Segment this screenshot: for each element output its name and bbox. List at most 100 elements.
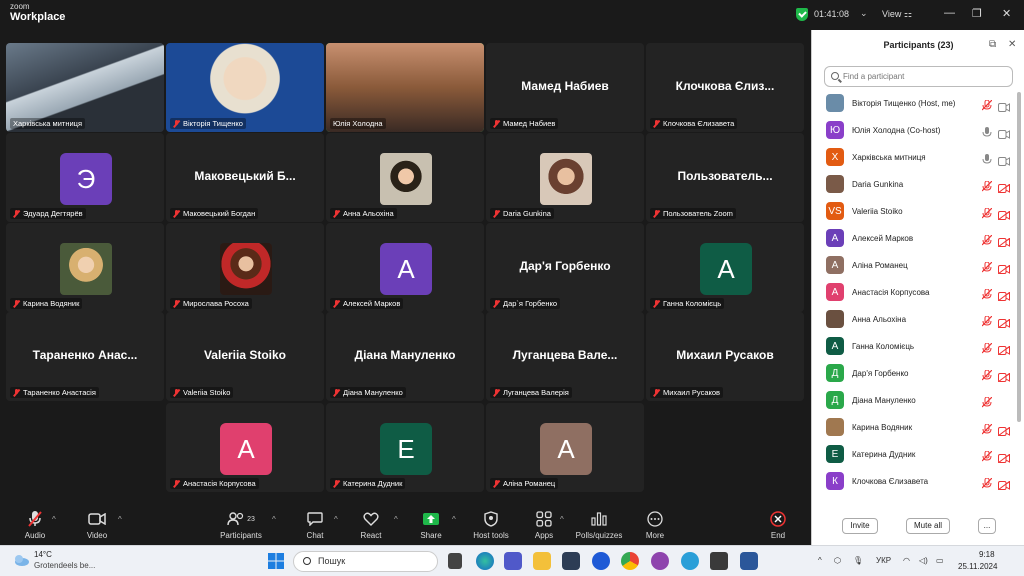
mic-off-icon[interactable]	[981, 476, 993, 489]
minimize-icon[interactable]: —	[944, 7, 955, 19]
participant-list-scrollbar[interactable]	[1017, 92, 1021, 422]
camera-off-icon[interactable]	[997, 369, 1011, 383]
end-button[interactable]: End	[753, 509, 803, 540]
camera-on-icon[interactable]	[998, 99, 1010, 112]
video-tile[interactable]: Э Эдуард Дегтярёв	[6, 133, 164, 222]
participant-list[interactable]: Вікторія Тищенко (Host, me) Ю Юлія Холодна…	[812, 90, 1017, 507]
video-tile[interactable]: Клочкова Єлиз... Клочкова Єлизавета	[646, 43, 804, 132]
video-tile[interactable]: Вікторія Тищенко	[166, 43, 324, 132]
camera-off-icon[interactable]	[997, 423, 1011, 437]
video-options-chevron-icon[interactable]: ^	[118, 515, 122, 524]
audio-button[interactable]: Audio	[10, 509, 60, 540]
invite-button[interactable]: Invite	[842, 518, 878, 534]
chrome-icon[interactable]	[621, 552, 639, 570]
mute-all-button[interactable]: Mute all	[906, 518, 950, 534]
camera-off-icon[interactable]	[997, 342, 1011, 356]
mic-off-icon[interactable]	[981, 422, 993, 435]
video-tile[interactable]: Daria Gunkina	[486, 133, 644, 222]
share-button[interactable]: Share	[406, 509, 456, 540]
panel-close-icon[interactable]: ✕	[1008, 39, 1016, 50]
participants-chevron-icon[interactable]: ^	[272, 515, 276, 524]
pop-out-icon[interactable]: ⧉	[989, 39, 996, 50]
mic-off-icon[interactable]	[981, 98, 993, 111]
video-tile[interactable]: Юлія Холодна	[326, 43, 484, 132]
share-chevron-icon[interactable]: ^	[452, 515, 456, 524]
task-view-icon[interactable]	[448, 553, 462, 569]
timer-chevron-down-icon[interactable]: ⌄	[860, 8, 868, 19]
mic-off-icon[interactable]	[981, 260, 993, 273]
video-tile[interactable]: Михаил Русаков Михаил Русаков	[646, 312, 804, 401]
mic-off-icon[interactable]	[981, 314, 993, 327]
weather-desc[interactable]: Grotendeels be...	[34, 561, 95, 570]
restore-icon[interactable]: ❐	[972, 7, 982, 20]
camera-off-icon[interactable]	[997, 180, 1011, 194]
camera-off-icon[interactable]	[997, 261, 1011, 275]
mic-on-icon[interactable]	[982, 152, 992, 164]
battery-icon[interactable]: ▭	[936, 556, 944, 565]
camera-off-icon[interactable]	[997, 315, 1011, 329]
apps-chevron-icon[interactable]: ^	[560, 515, 564, 524]
participant-row[interactable]: A Ганна Коломієць	[812, 333, 1017, 360]
mic-off-icon[interactable]	[981, 179, 993, 192]
camera-on-icon[interactable]	[998, 126, 1010, 139]
mic-off-icon[interactable]	[981, 206, 993, 219]
video-tile[interactable]: Дар'я Горбенко Дар`я Горбенко	[486, 223, 644, 312]
viber-icon[interactable]	[651, 552, 669, 570]
mic-on-icon[interactable]	[982, 125, 992, 137]
video-tile[interactable]: Харківська митниця	[6, 43, 164, 132]
video-tile[interactable]: A Алексей Марков	[326, 223, 484, 312]
camera-off-icon[interactable]	[997, 450, 1011, 464]
telegram-icon[interactable]	[681, 552, 699, 570]
video-tile[interactable]: Діана Мануленко Діана Мануленко	[326, 312, 484, 401]
video-tile[interactable]: Тараненко Анас... Тараненко Анастасія	[6, 312, 164, 401]
polls-button[interactable]: Polls/quizzes	[574, 509, 624, 540]
audio-options-chevron-icon[interactable]: ^	[52, 515, 56, 524]
clock-time[interactable]: 9:18	[979, 550, 995, 559]
participant-row[interactable]: Карина Водяник	[812, 414, 1017, 441]
close-icon[interactable]: ✕	[1002, 7, 1011, 20]
tray-chevron-icon[interactable]: ^	[818, 556, 822, 565]
video-tile[interactable]: Карина Водяник	[6, 223, 164, 312]
participant-row[interactable]: Д Діана Мануленко	[812, 387, 1017, 414]
video-tile[interactable]: Анна Альохіна	[326, 133, 484, 222]
camera-on-icon[interactable]	[998, 153, 1010, 166]
wifi-icon[interactable]: ◠	[903, 556, 910, 565]
participant-row[interactable]: Daria Gunkina	[812, 171, 1017, 198]
chat-chevron-icon[interactable]: ^	[334, 515, 338, 524]
store-icon[interactable]	[562, 552, 580, 570]
participant-row[interactable]: К Клочкова Єлизавета	[812, 468, 1017, 495]
edge-browser-icon[interactable]	[476, 552, 494, 570]
app-icon[interactable]	[710, 552, 728, 570]
participant-row[interactable]: A Алексей Марков	[812, 225, 1017, 252]
video-tile[interactable]: A Анастасія Корпусова	[166, 403, 324, 492]
react-chevron-icon[interactable]: ^	[394, 515, 398, 524]
video-button[interactable]: Video	[72, 509, 122, 540]
tray-mic-icon[interactable]: 🎙	[853, 556, 863, 565]
participant-search-input[interactable]: Find a participant	[824, 66, 1013, 87]
video-tile[interactable]: Луганцева Вале... Луганцева Валерія	[486, 312, 644, 401]
video-tile[interactable]: Пользователь... Пользователь Zoom	[646, 133, 804, 222]
participant-row[interactable]: VS Valeriia Stoiko	[812, 198, 1017, 225]
clock-date[interactable]: 25.11.2024	[958, 562, 997, 571]
word-icon[interactable]	[740, 552, 758, 570]
weather-temp[interactable]: 14°C	[34, 550, 52, 559]
participant-row[interactable]: A Анастасія Корпусова	[812, 279, 1017, 306]
apps-button[interactable]: Apps	[519, 509, 569, 540]
file-explorer-icon[interactable]	[533, 552, 551, 570]
taskbar-search-input[interactable]: Пошук	[293, 551, 438, 572]
host-tools-button[interactable]: Host tools	[466, 509, 516, 540]
language-indicator[interactable]: УКР	[876, 556, 891, 565]
participant-row[interactable]: Х Харківська митниця	[812, 144, 1017, 171]
mic-off-icon[interactable]	[981, 287, 993, 300]
participant-row[interactable]: Вікторія Тищенко (Host, me)	[812, 90, 1017, 117]
video-tile[interactable]: E Катерина Дудник	[326, 403, 484, 492]
video-tile[interactable]: Valeriia Stoiko Valeriia Stoiko	[166, 312, 324, 401]
video-tile[interactable]: Мирослава Росоха	[166, 223, 324, 312]
camera-off-icon[interactable]	[997, 288, 1011, 302]
video-tile[interactable]: Мамед Набиев Мамед Набиев	[486, 43, 644, 132]
panel-more-button[interactable]: ...	[978, 518, 996, 534]
participant-row[interactable]: Ю Юлія Холодна (Co-host)	[812, 117, 1017, 144]
mic-off-icon[interactable]	[981, 341, 993, 354]
participant-row[interactable]: E Катерина Дудник	[812, 441, 1017, 468]
encryption-shield-icon[interactable]	[796, 8, 808, 21]
